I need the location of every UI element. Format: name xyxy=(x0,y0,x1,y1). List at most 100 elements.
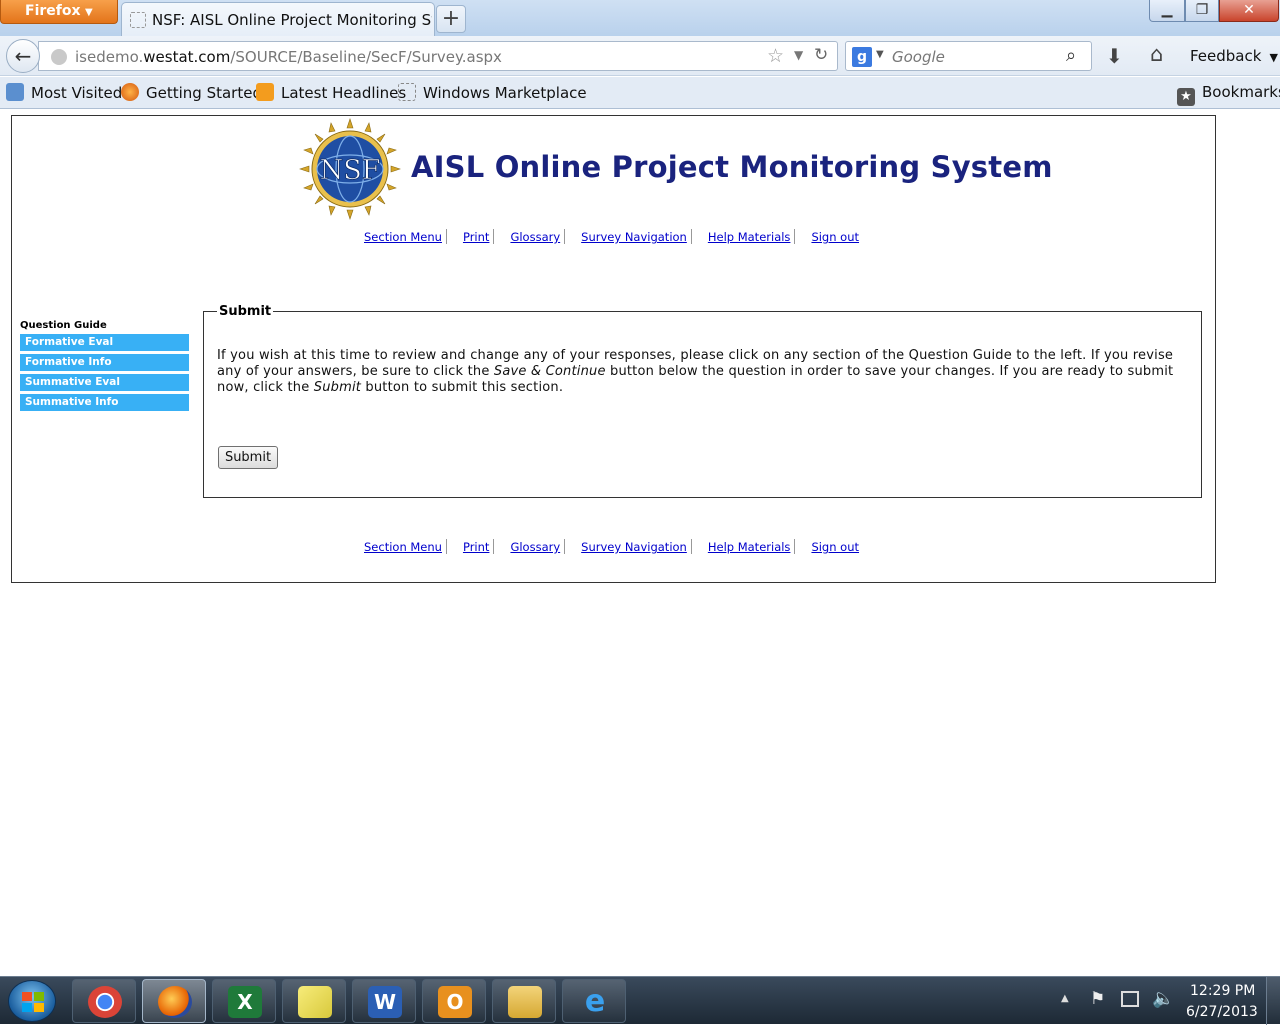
taskbar-sticky-notes[interactable] xyxy=(282,979,346,1023)
submit-section-legend: Submit xyxy=(217,304,274,319)
chrome-icon xyxy=(88,986,122,1018)
nav-sign-out[interactable]: Sign out xyxy=(811,230,859,244)
nav-survey-navigation[interactable]: Survey Navigation xyxy=(581,540,687,554)
bookmark-most-visited[interactable]: Most Visited xyxy=(6,83,122,102)
submit-instructions: If you wish at this time to review and c… xyxy=(217,348,1187,396)
search-engine-dropdown-icon[interactable]: ▼ xyxy=(876,49,884,60)
close-button[interactable]: ✕ xyxy=(1219,0,1279,22)
url-text[interactable]: isedemo.westat.com/SOURCE/Baseline/SecF/… xyxy=(75,48,502,66)
nav-divider xyxy=(564,539,566,554)
nav-help-materials[interactable]: Help Materials xyxy=(708,540,791,554)
nav-section-menu[interactable]: Section Menu xyxy=(364,540,442,554)
clock-date[interactable]: 6/27/2013 xyxy=(1186,1004,1258,1020)
show-hidden-icons-icon[interactable]: ▲ xyxy=(1061,993,1069,1004)
start-button[interactable] xyxy=(8,980,56,1022)
logo-text: NSF xyxy=(320,155,381,186)
taskbar-internet-explorer[interactable]: e xyxy=(562,979,626,1023)
bookmark-label: Windows Marketplace xyxy=(423,84,587,102)
taskbar-chrome[interactable] xyxy=(72,979,136,1023)
page-icon xyxy=(398,83,416,101)
submit-button[interactable]: Submit xyxy=(218,446,278,469)
nav-divider xyxy=(794,539,796,554)
url-path: /SOURCE/Baseline/SecF/Survey.aspx xyxy=(230,48,502,66)
nav-glossary[interactable]: Glossary xyxy=(510,230,560,244)
question-guide-summative-eval[interactable]: Summative Eval xyxy=(20,374,189,391)
download-icon[interactable]: ⬇ xyxy=(1106,44,1123,68)
back-button[interactable]: ← xyxy=(6,39,40,73)
question-guide-title: Question Guide xyxy=(20,320,107,331)
firefox-menu-label: Firefox xyxy=(25,3,81,19)
clock-time[interactable]: 12:29 PM xyxy=(1190,983,1255,999)
internet-explorer-icon: e xyxy=(584,984,606,1019)
feedback-label: Feedback xyxy=(1190,47,1262,65)
firefox-icon xyxy=(121,83,139,101)
most-visited-icon xyxy=(6,83,24,101)
maximize-button[interactable]: ❐ xyxy=(1185,0,1219,22)
history-dropdown-icon[interactable]: ▼ xyxy=(794,48,803,62)
windows-taskbar: X W O e ▲ ⚑ 🔈 12:29 PM 6/27/2013 xyxy=(0,976,1280,1025)
bottom-nav: Section Menu Print Glossary Survey Navigati… xyxy=(364,539,859,554)
nav-help-materials[interactable]: Help Materials xyxy=(708,230,791,244)
action-center-flag-icon[interactable]: ⚑ xyxy=(1090,989,1105,1009)
bookmarks-toolbar: Most Visited Getting Started Latest Head… xyxy=(0,77,1280,109)
taskbar-word[interactable]: W xyxy=(352,979,416,1023)
taskbar-excel[interactable]: X xyxy=(212,979,276,1023)
firefox-icon xyxy=(158,986,192,1018)
bookmark-windows-marketplace[interactable]: Windows Marketplace xyxy=(398,83,587,102)
question-guide-summative-info[interactable]: Summative Info xyxy=(20,394,189,411)
submit-section xyxy=(203,311,1202,498)
page-title: AISL Online Project Monitoring System xyxy=(411,150,1053,184)
folder-icon xyxy=(508,986,542,1018)
bookmarks-menu-button[interactable]: ★ Bookmarks xyxy=(1177,83,1280,106)
window-controls: ▁ ❐ ✕ xyxy=(1149,0,1279,22)
nav-glossary[interactable]: Glossary xyxy=(510,540,560,554)
window-title-bar: Firefox ▼ NSF: AISL Online Project Monit… xyxy=(0,0,1280,36)
bookmark-label: Getting Started xyxy=(146,84,262,102)
chevron-down-icon: ▼ xyxy=(85,7,93,18)
bookmark-label: Most Visited xyxy=(31,84,123,102)
nav-survey-navigation[interactable]: Survey Navigation xyxy=(581,230,687,244)
site-identity-icon[interactable] xyxy=(51,49,67,65)
browser-tab[interactable]: NSF: AISL Online Project Monitoring Syst… xyxy=(121,2,435,36)
bookmark-star-icon[interactable]: ☆ xyxy=(767,45,784,67)
nav-divider xyxy=(445,229,447,244)
nav-divider xyxy=(493,229,495,244)
nav-sign-out[interactable]: Sign out xyxy=(811,540,859,554)
google-icon[interactable]: g xyxy=(852,47,872,67)
minimize-button[interactable]: ▁ xyxy=(1149,0,1185,22)
taskbar-explorer[interactable] xyxy=(492,979,556,1023)
home-icon[interactable]: ⌂ xyxy=(1150,42,1163,66)
page-favicon-icon xyxy=(130,12,146,28)
nav-divider xyxy=(493,539,495,554)
instructions-text: button to submit this section. xyxy=(361,380,564,395)
taskbar-outlook[interactable]: O xyxy=(422,979,486,1023)
chevron-down-icon: ▼ xyxy=(1269,51,1278,64)
bookmarks-star-icon: ★ xyxy=(1177,88,1195,106)
new-tab-button[interactable]: + xyxy=(436,5,466,33)
nav-divider xyxy=(564,229,566,244)
sticky-notes-icon xyxy=(298,986,332,1018)
network-icon[interactable] xyxy=(1121,991,1139,1007)
bookmark-getting-started[interactable]: Getting Started xyxy=(121,83,262,102)
nav-print[interactable]: Print xyxy=(463,540,489,554)
top-nav: Section Menu Print Glossary Survey Navigati… xyxy=(364,229,859,244)
question-guide-formative-info[interactable]: Formative Info xyxy=(20,354,189,371)
reload-icon[interactable]: ↻ xyxy=(814,45,828,65)
search-icon[interactable]: ⌕ xyxy=(1066,45,1076,66)
bookmark-label: Latest Headlines xyxy=(281,84,407,102)
tab-title: NSF: AISL Online Project Monitoring Syst… xyxy=(152,11,432,29)
nav-divider xyxy=(690,539,692,554)
taskbar-firefox[interactable] xyxy=(142,979,206,1023)
nav-print[interactable]: Print xyxy=(463,230,489,244)
firefox-menu-button[interactable]: Firefox ▼ xyxy=(0,0,118,24)
search-box[interactable]: g ▼ Google ⌕ xyxy=(845,41,1092,71)
url-bar[interactable]: isedemo.westat.com/SOURCE/Baseline/SecF/… xyxy=(38,41,838,71)
nav-section-menu[interactable]: Section Menu xyxy=(364,230,442,244)
volume-icon[interactable]: 🔈 xyxy=(1152,988,1174,1009)
show-desktop-button[interactable] xyxy=(1266,977,1280,1025)
excel-icon: X xyxy=(228,986,262,1018)
search-placeholder: Google xyxy=(892,48,945,66)
feedback-button[interactable]: Feedback ▼ xyxy=(1190,47,1278,65)
question-guide-formative-eval[interactable]: Formative Eval xyxy=(20,334,189,351)
bookmark-latest-headlines[interactable]: Latest Headlines xyxy=(256,83,406,102)
